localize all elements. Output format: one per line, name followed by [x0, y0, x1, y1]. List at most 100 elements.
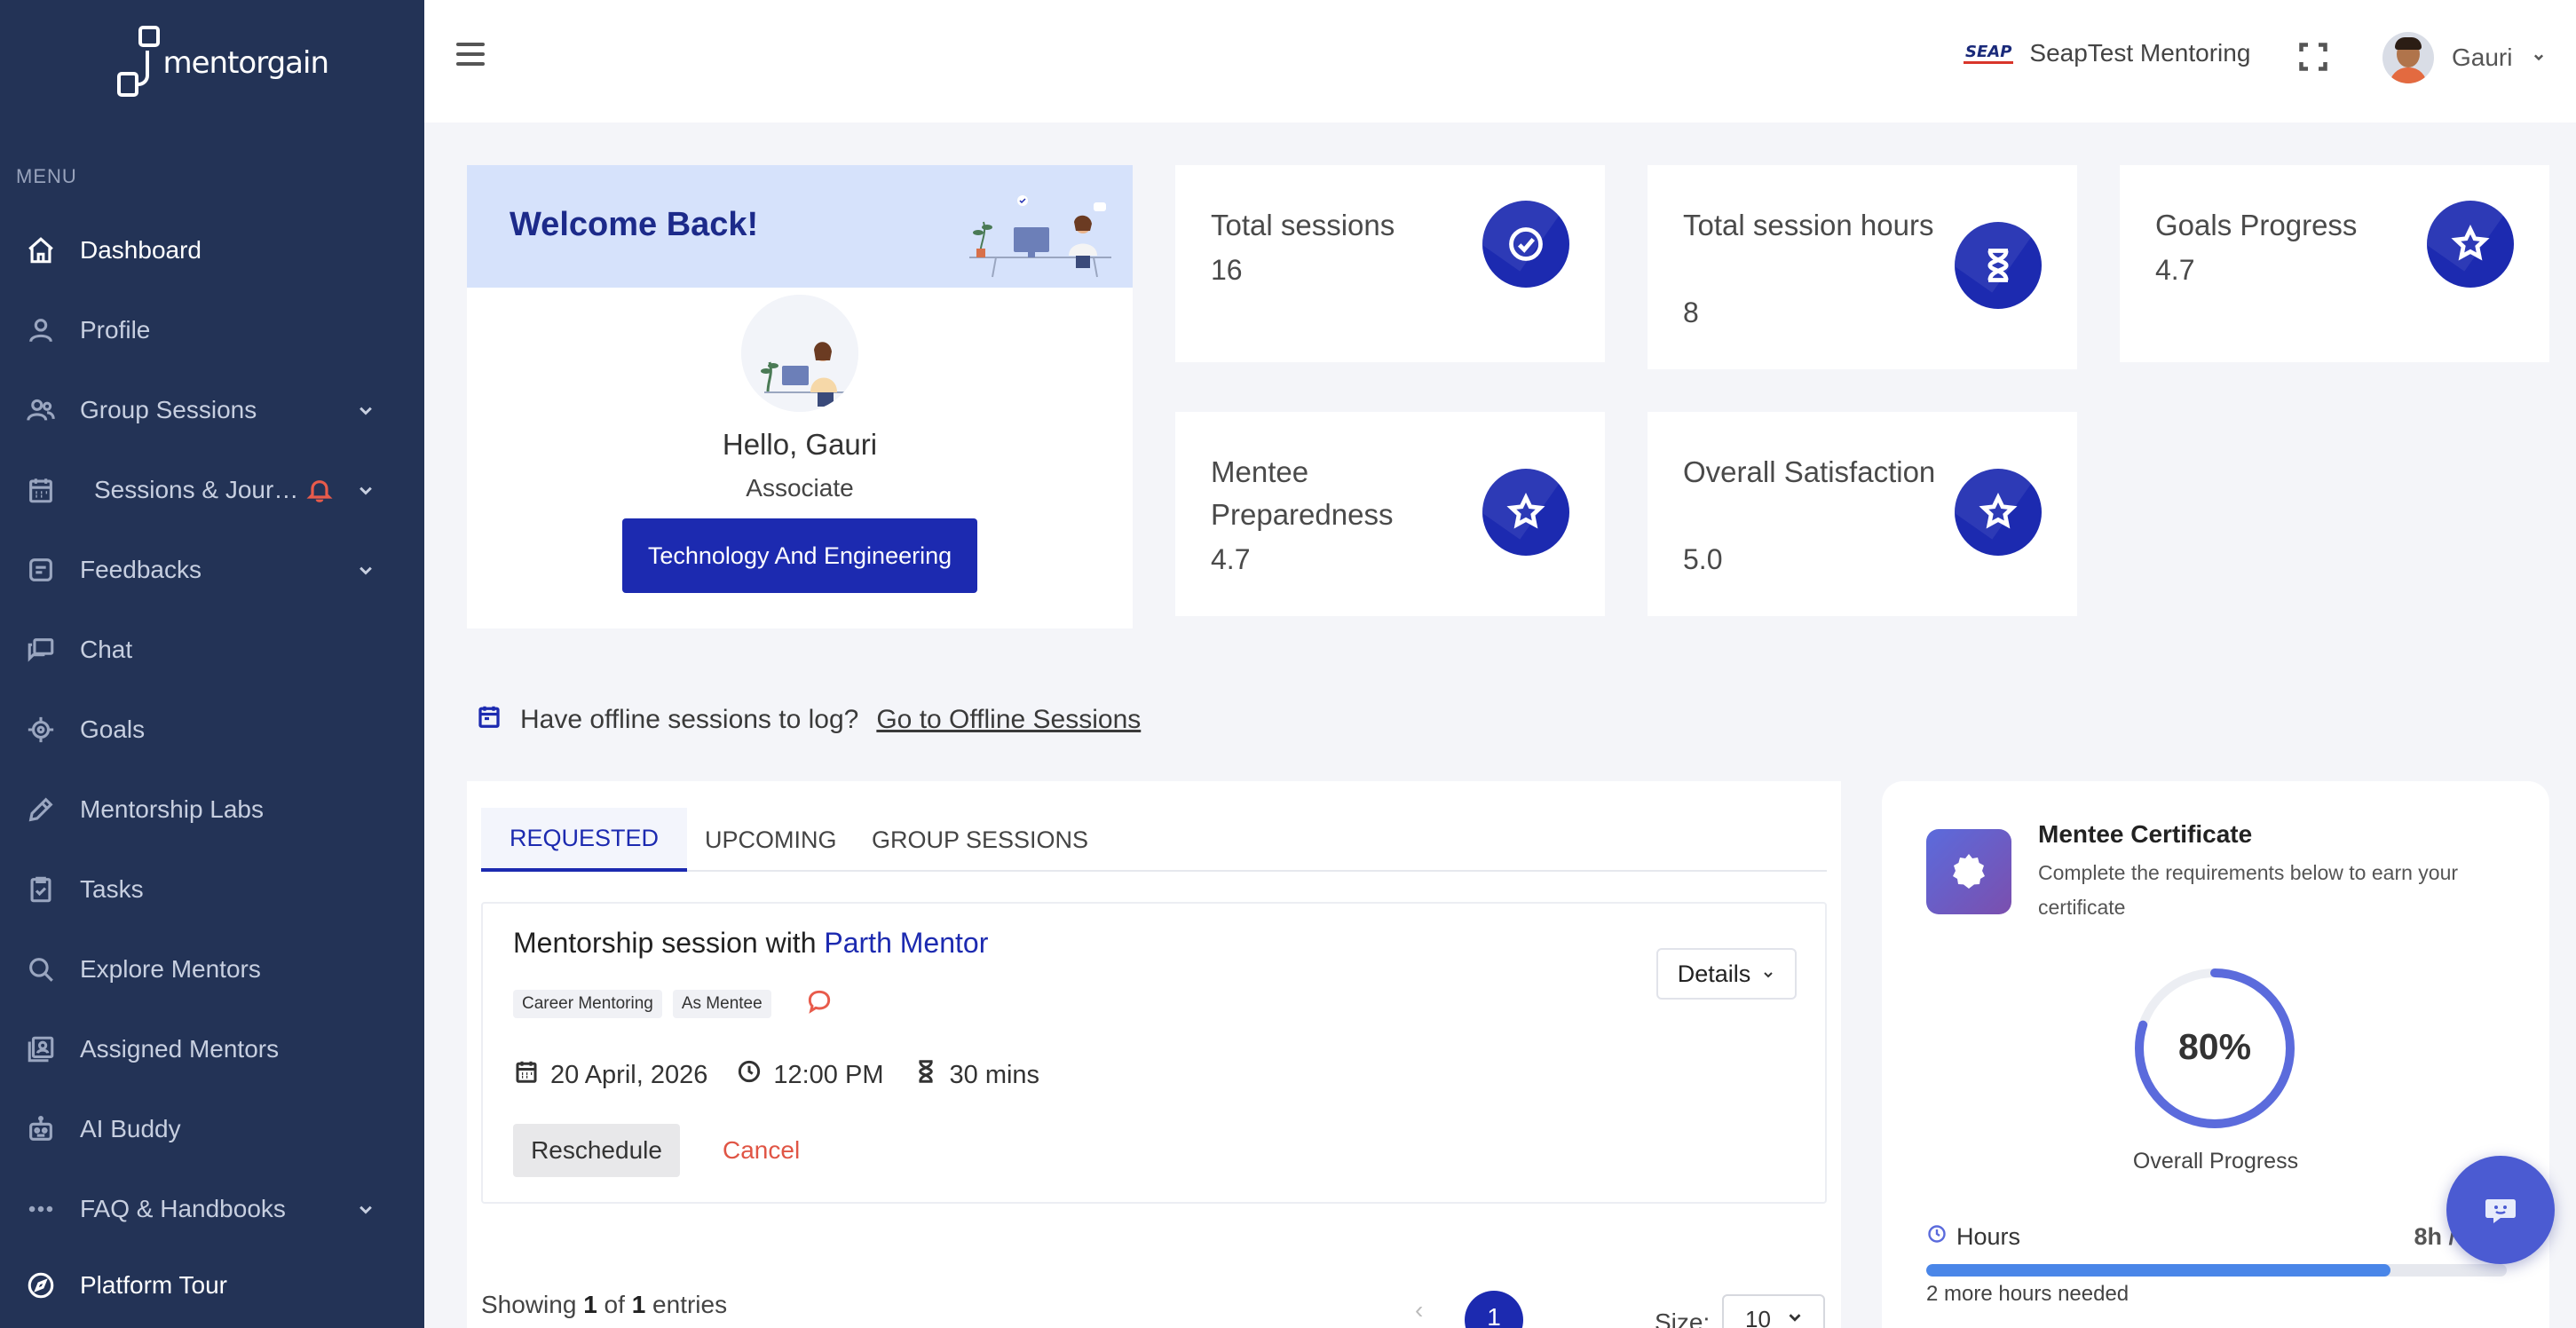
- stat-value: 16: [1211, 254, 1243, 286]
- stat-label: Total sessions: [1211, 209, 1395, 241]
- sidebar-item-mentorship-labs[interactable]: Mentorship Labs: [0, 774, 424, 845]
- cancel-button[interactable]: Cancel: [723, 1136, 800, 1165]
- offline-sessions-link[interactable]: Go to Offline Sessions: [876, 705, 1141, 735]
- chevron-down-icon: [2530, 43, 2548, 72]
- entries-summary: Showing 1 of 1 entries: [481, 1291, 727, 1319]
- tab-upcoming[interactable]: UPCOMING: [676, 808, 865, 872]
- mentee-certificate-card: Mentee Certificate Complete the requirem…: [1882, 781, 2549, 1328]
- session-card: Mentorship session with Parth Mentor Car…: [481, 902, 1827, 1204]
- sidebar-item-label: Mentorship Labs: [80, 795, 265, 823]
- sidebar-item-label: Platform Tour: [80, 1271, 227, 1299]
- details-dropdown-button[interactable]: Details: [1656, 948, 1797, 1000]
- sidebar-item-tasks[interactable]: Tasks: [0, 854, 424, 925]
- page-size-select[interactable]: 10: [1722, 1294, 1825, 1328]
- sidebar: mentorgain MENU Dashboard Profile Group …: [0, 0, 424, 1328]
- sidebar-item-label: AI Buddy: [80, 1115, 181, 1142]
- chat-assistant-button[interactable]: [2446, 1156, 2555, 1264]
- session-date: 20 April, 2026: [550, 1060, 708, 1089]
- clock-icon: [736, 1058, 763, 1092]
- offline-sessions-prompt: Have offline sessions to log? Go to Offl…: [476, 703, 1141, 737]
- sidebar-item-sessions-journals[interactable]: Sessions & Jour…: [0, 455, 424, 526]
- chevron-down-icon: [1785, 1306, 1805, 1328]
- stat-value: 4.7: [2155, 254, 2195, 286]
- pagination-page-1[interactable]: 1: [1465, 1291, 1523, 1328]
- fullscreen-icon[interactable]: [2297, 41, 2329, 73]
- stat-value: 5.0: [1683, 543, 1723, 575]
- stat-card-goals-progress: Goals Progress 4.7: [2120, 165, 2549, 362]
- top-header: SEAP SeapTest Mentoring Gauri: [424, 0, 2576, 123]
- sidebar-item-dashboard[interactable]: Dashboard: [0, 215, 424, 286]
- sidebar-item-label: Chat: [80, 636, 133, 663]
- stat-label: Goals Progress: [2155, 209, 2358, 241]
- sidebar-item-ai-buddy[interactable]: AI Buddy: [0, 1094, 424, 1165]
- session-title-prefix: Mentorship session with: [513, 927, 817, 959]
- user-icon: [25, 314, 57, 346]
- sidebar-item-platform-tour[interactable]: Platform Tour: [0, 1250, 424, 1321]
- stat-card-overall-satisfaction: Overall Satisfaction 5.0: [1648, 412, 2077, 616]
- hours-progress-fill: [1926, 1264, 2391, 1277]
- progress-percent: 80%: [2177, 1026, 2252, 1067]
- calendar-icon: [25, 474, 57, 506]
- sidebar-item-goals[interactable]: Goals: [0, 694, 424, 765]
- session-meta: 20 April, 2026 12:00 PM 30 mins: [513, 1058, 1068, 1092]
- stat-card-total-sessions: Total sessions 16: [1175, 165, 1605, 362]
- session-tags: Career Mentoring As Mentee: [513, 987, 834, 1020]
- hours-label: Hours: [1956, 1223, 2021, 1250]
- certificate-subtitle: Complete the requirements below to earn …: [2038, 861, 2459, 919]
- sidebar-item-chat[interactable]: Chat: [0, 614, 424, 685]
- sidebar-item-label: Assigned Mentors: [80, 1035, 280, 1063]
- reschedule-button[interactable]: Reschedule: [513, 1124, 680, 1177]
- details-label: Details: [1677, 960, 1751, 987]
- sidebar-item-faq-handbooks[interactable]: FAQ & Handbooks: [0, 1174, 424, 1245]
- stat-card-total-session-hours: Total session hours 8: [1648, 165, 2077, 369]
- sidebar-item-label: Group Sessions: [80, 396, 257, 423]
- chevron-down-icon[interactable]: [353, 1197, 378, 1221]
- pagination-prev-button[interactable]: ‹: [1415, 1296, 1423, 1324]
- user-name: Gauri: [2452, 43, 2513, 71]
- bell-icon: [305, 476, 334, 504]
- user-role: Associate: [746, 474, 854, 502]
- sidebar-item-feedbacks[interactable]: Feedbacks: [0, 534, 424, 605]
- session-duration: 30 mins: [949, 1060, 1040, 1089]
- sidebar-item-profile[interactable]: Profile: [0, 295, 424, 366]
- star-icon: [1482, 469, 1569, 556]
- sidebar-item-assigned-mentors[interactable]: Assigned Mentors: [0, 1014, 424, 1085]
- clipboard-icon: [25, 873, 57, 905]
- feedback-icon: [25, 554, 57, 586]
- tab-group-sessions[interactable]: GROUP SESSIONS: [843, 808, 1117, 872]
- org-logo: SEAP: [1964, 43, 2014, 64]
- home-icon: [25, 234, 57, 266]
- stat-label: Overall Satisfaction: [1683, 455, 1936, 488]
- sidebar-item-label: Profile: [80, 316, 151, 344]
- hours-note: 2 more hours needed: [1926, 1282, 2130, 1306]
- more-icon: [25, 1193, 57, 1225]
- avatar: [2382, 32, 2434, 83]
- group-icon: [25, 394, 57, 426]
- sidebar-item-explore-mentors[interactable]: Explore Mentors: [0, 934, 424, 1005]
- tag-career-mentoring: Career Mentoring: [513, 989, 662, 1018]
- chevron-down-icon[interactable]: [353, 557, 378, 582]
- message-icon[interactable]: [782, 987, 834, 1020]
- organization-switcher[interactable]: SEAP SeapTest Mentoring: [1964, 39, 2250, 67]
- chevron-down-icon[interactable]: [353, 478, 378, 502]
- calendar-icon: [513, 1058, 540, 1092]
- hours-requirement: Hours 8h / 10h: [1926, 1223, 2503, 1251]
- clock-icon: [1926, 1223, 1948, 1251]
- showing-suffix: entries: [652, 1291, 728, 1318]
- tab-requested[interactable]: REQUESTED: [481, 808, 688, 872]
- chevron-down-icon: [1761, 960, 1775, 988]
- offline-prompt-text: Have offline sessions to log?: [520, 705, 859, 734]
- department-button[interactable]: Technology And Engineering: [622, 518, 977, 593]
- mentor-name-link[interactable]: Parth Mentor: [824, 927, 988, 959]
- chat-icon: [25, 634, 57, 666]
- welcome-card: Welcome Back! Hello, Gauri Associate Tec…: [467, 165, 1133, 628]
- hamburger-menu-icon[interactable]: [456, 43, 485, 69]
- sidebar-item-group-sessions[interactable]: Group Sessions: [0, 375, 424, 446]
- sidebar-item-label: Feedbacks: [80, 556, 201, 583]
- user-menu[interactable]: Gauri: [2382, 32, 2548, 83]
- mentorgain-logo[interactable]: mentorgain: [115, 23, 329, 103]
- welcome-banner: Welcome Back!: [467, 165, 1133, 288]
- certificate-title: Mentee Certificate: [2038, 820, 2253, 848]
- chevron-down-icon[interactable]: [353, 398, 378, 423]
- stat-value: 4.7: [1211, 543, 1251, 575]
